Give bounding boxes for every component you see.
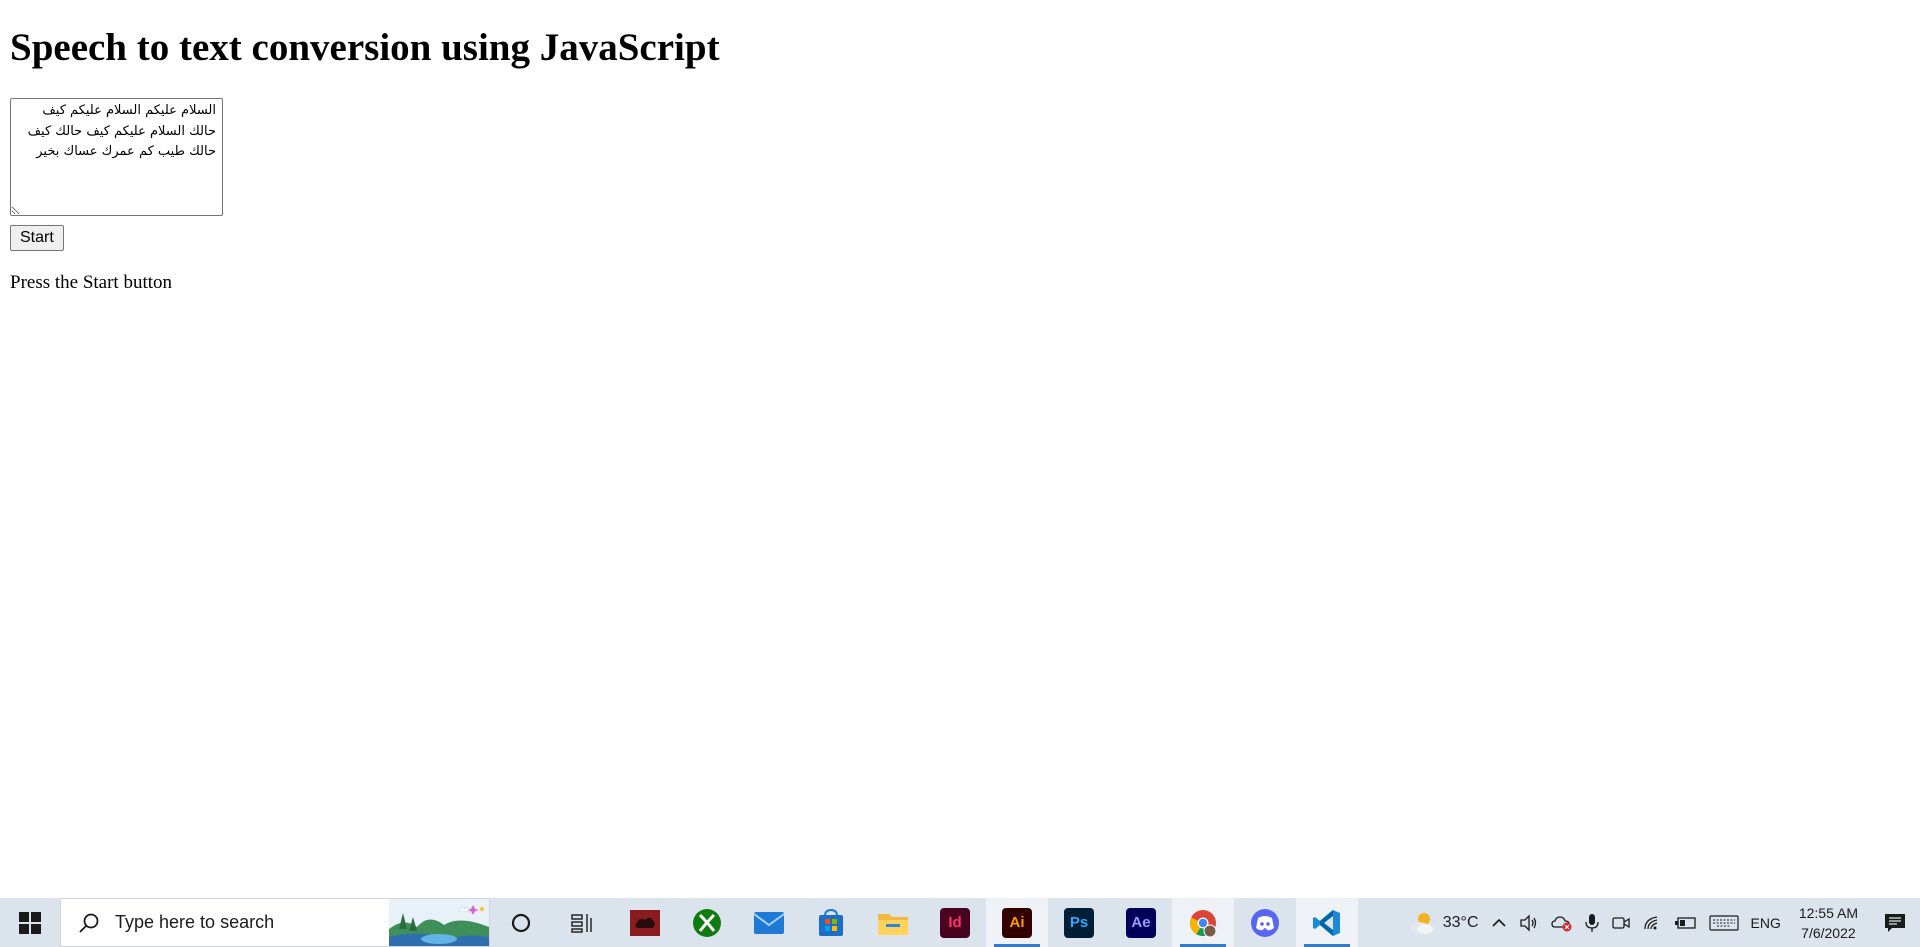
partly-cloudy-icon (1408, 912, 1433, 934)
network-button[interactable] (1637, 898, 1669, 947)
taskbar-app-after-effects[interactable]: Ae (1110, 898, 1172, 947)
illustrator-icon: Ai (1002, 907, 1032, 938)
language-text: ENG (1750, 914, 1781, 931)
microphone-icon (1584, 913, 1599, 932)
vscode-icon (1313, 909, 1340, 936)
clock-button[interactable]: 12:55 AM 7/6/2022 (1787, 898, 1870, 947)
taskbar-app-xbox[interactable] (676, 898, 738, 947)
mail-icon (753, 911, 785, 934)
taskbar-search-box[interactable]: Type here to search (60, 898, 490, 947)
battery-button[interactable] (1669, 898, 1703, 947)
folder-icon (878, 913, 908, 935)
notification-icon (1885, 913, 1905, 932)
search-placeholder: Type here to search (115, 912, 275, 932)
after-effects-icon: Ae (1126, 907, 1156, 938)
volume-button[interactable] (1513, 898, 1545, 947)
store-icon (819, 908, 843, 936)
taskbar-app-mail[interactable] (738, 898, 800, 947)
taskbar-app-photoshop[interactable]: Ps (1048, 898, 1110, 947)
speaker-icon (1519, 913, 1536, 932)
taskbar-app-discord[interactable] (1234, 898, 1296, 947)
xbox-icon (693, 908, 721, 937)
taskbar-app-file-manager[interactable] (614, 898, 676, 947)
taskbar-app-illustrator[interactable]: Ai (986, 898, 1048, 947)
photoshop-icon: Ps (1064, 907, 1094, 938)
system-tray: 33°C ENG 12:55 AM 7/6/2022 (1401, 898, 1920, 947)
page-title: Speech to text conversion using JavaScri… (10, 26, 720, 69)
search-highlight-illustration-icon (389, 899, 489, 946)
taskbar-app-file-explorer[interactable] (862, 898, 924, 947)
chrome-icon (1190, 909, 1217, 937)
indesign-icon: Id (940, 907, 970, 938)
cloud-error-icon (1550, 915, 1571, 931)
camera-button[interactable] (1605, 898, 1637, 947)
onedrive-button[interactable] (1545, 898, 1579, 947)
cortana-circle-icon (511, 913, 531, 932)
show-hidden-icons-button[interactable] (1485, 898, 1513, 947)
camera-icon (1611, 916, 1630, 929)
weather-widget[interactable]: 33°C (1401, 898, 1485, 947)
chevron-up-icon (1491, 918, 1506, 927)
start-menu-button[interactable] (0, 898, 60, 947)
task-view-button[interactable] (552, 898, 614, 947)
task-view-icon (571, 913, 592, 933)
input-language-button[interactable]: ENG (1745, 898, 1787, 947)
wifi-icon (1643, 915, 1657, 929)
date-text: 7/6/2022 (1801, 924, 1856, 941)
microphone-button[interactable] (1579, 898, 1605, 947)
start-button[interactable]: Start (10, 225, 64, 251)
battery-icon (1674, 916, 1696, 929)
keyboard-icon (1708, 914, 1739, 931)
touch-keyboard-button[interactable] (1703, 898, 1745, 947)
search-icon (79, 913, 99, 933)
taskbar-app-vscode[interactable] (1296, 898, 1358, 947)
transcript-textarea[interactable]: السلام عليكم السلام عليكم كيف حالك السلا… (10, 98, 223, 216)
web-page: Speech to text conversion using JavaScri… (0, 0, 1920, 898)
windows-logo-icon (19, 911, 41, 934)
cortana-button[interactable] (490, 898, 552, 947)
taskbar: Type here to search Id Ai Ps Ae 33°C ENG… (0, 898, 1920, 947)
status-text: Press the Start button (10, 272, 173, 293)
taskbar-app-chrome[interactable] (1172, 898, 1234, 947)
taskbar-app-indesign[interactable]: Id (924, 898, 986, 947)
temperature-text: 33°C (1442, 913, 1479, 931)
time-text: 12:55 AM (1798, 904, 1858, 921)
notifications-button[interactable] (1870, 898, 1920, 947)
taskbar-app-store[interactable] (800, 898, 862, 947)
red-app-icon (630, 909, 660, 936)
discord-icon (1251, 908, 1279, 937)
